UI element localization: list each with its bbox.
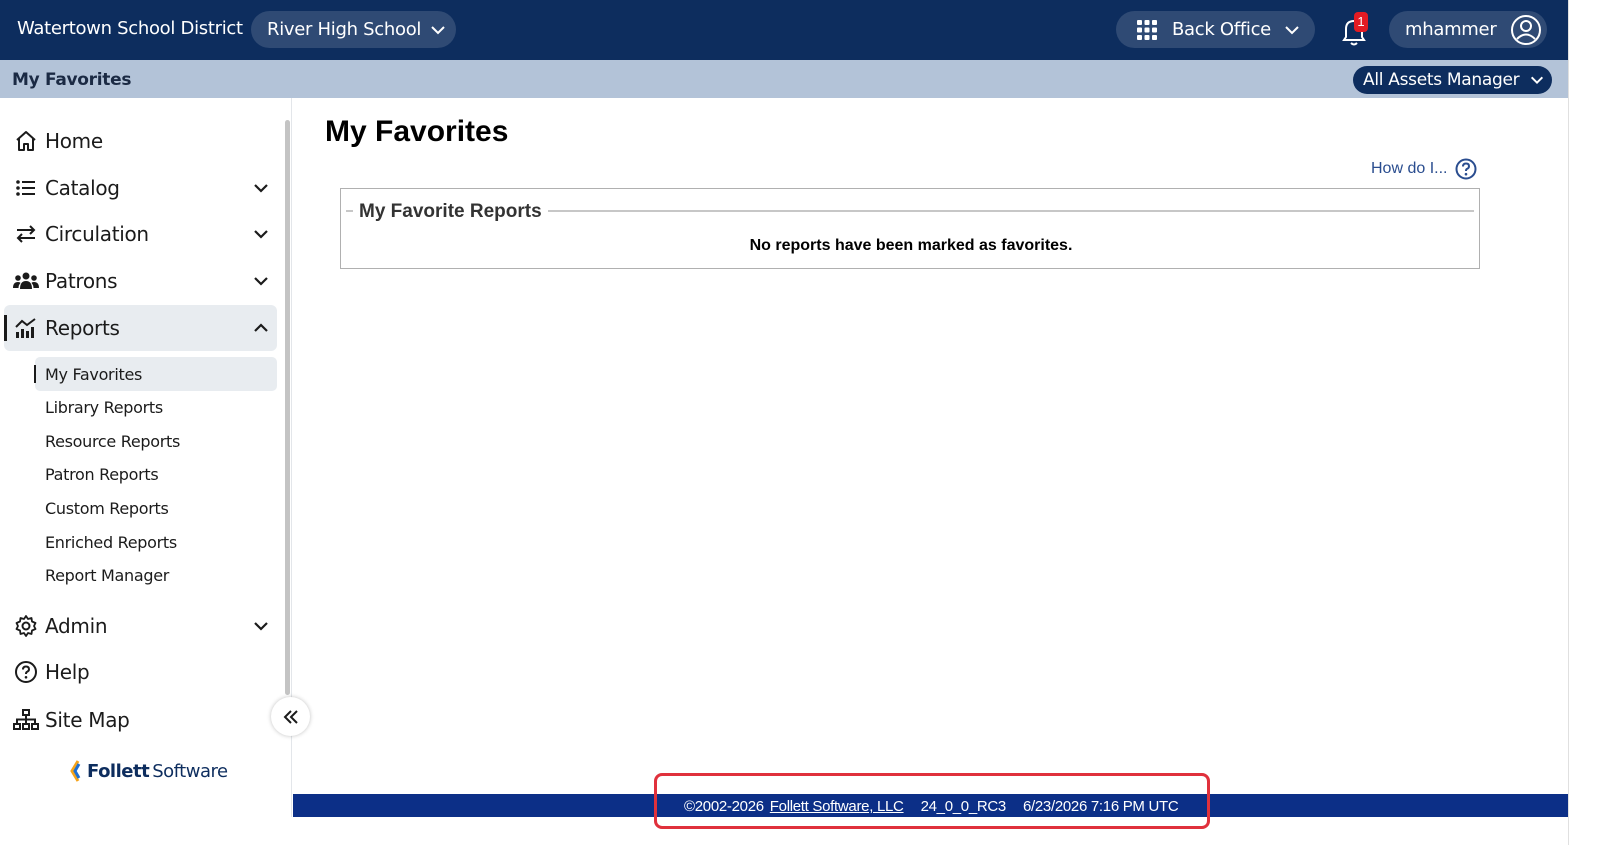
question-icon	[12, 658, 40, 686]
sitemap-icon	[12, 706, 40, 734]
school-selector-label: River High School	[267, 19, 422, 40]
how-do-i-label: How do I...	[1371, 160, 1448, 177]
app-switcher-label: Back Office	[1172, 19, 1271, 40]
top-navigation-bar: Watertown School District River High Sch…	[0, 0, 1568, 60]
sidebar-item-label: Home	[45, 129, 103, 153]
sidebar-item-label: Circulation	[45, 222, 149, 246]
sidebar-item-label: Patrons	[45, 269, 118, 293]
brand-name-bold: Follett	[87, 760, 150, 782]
sidebar-subitem-patron-reports[interactable]: Patron Reports	[35, 457, 277, 491]
section-title: My Favorite Reports	[353, 201, 548, 223]
chevron-down-icon	[254, 230, 268, 239]
sidebar-item-site-map[interactable]: Site Map	[4, 697, 277, 743]
chevron-up-icon	[254, 323, 268, 332]
sidebar-item-label: Catalog	[45, 176, 120, 200]
sidebar-subitem-enriched-reports[interactable]: Enriched Reports	[35, 525, 277, 559]
username-label: mhammer	[1405, 19, 1497, 40]
sidebar-item-admin[interactable]: Admin	[4, 603, 277, 649]
sidebar-item-label: Help	[45, 660, 90, 684]
sidebar-subitem-library-reports[interactable]: Library Reports	[35, 390, 277, 424]
highlight-annotation	[654, 773, 1210, 829]
user-avatar-icon	[1511, 14, 1542, 45]
chevron-down-icon	[254, 622, 268, 631]
home-icon	[12, 127, 40, 155]
sidebar-subitem-custom-reports[interactable]: Custom Reports	[35, 491, 277, 525]
sidebar-item-label: Admin	[45, 614, 108, 638]
empty-state-message: No reports have been marked as favorites…	[749, 237, 1073, 254]
page-title: My Favorites	[325, 115, 509, 148]
sidebar-subitem-resource-reports[interactable]: Resource Reports	[35, 424, 277, 458]
chevron-down-icon	[1285, 25, 1299, 34]
sidebar-item-label: Reports	[45, 316, 120, 340]
chart-icon	[12, 314, 40, 342]
sidebar-item-reports[interactable]: Reports	[4, 305, 277, 351]
help-question-icon	[1455, 158, 1477, 180]
user-menu-button[interactable]: mhammer	[1389, 11, 1547, 48]
gear-icon	[12, 612, 40, 640]
district-name: Watertown School District	[17, 18, 243, 39]
sidebar-item-home[interactable]: Home	[4, 118, 277, 164]
chevron-down-icon	[431, 25, 445, 34]
sidebar-item-help[interactable]: Help	[4, 649, 277, 695]
follett-software-logo: Follett Software	[70, 760, 228, 782]
follett-logo-icon	[70, 760, 81, 782]
sidebar-scrollbar[interactable]	[285, 120, 290, 695]
how-do-i-link[interactable]: How do I...	[1371, 158, 1477, 180]
sub-header-bar: My Favorites	[0, 60, 1568, 98]
role-selector[interactable]: All Assets Manager	[1353, 66, 1552, 94]
sidebar-subitem-report-manager[interactable]: Report Manager	[35, 558, 277, 592]
sidebar-item-patrons[interactable]: Patrons	[4, 258, 277, 304]
arrows-exchange-icon	[12, 220, 40, 248]
brand-name-rest: Software	[152, 760, 228, 782]
main-content: My Favorites How do I... My Favorite Rep…	[293, 98, 1568, 794]
chevron-down-icon	[254, 184, 268, 193]
list-icon	[12, 174, 40, 202]
app-switcher-button[interactable]: Back Office	[1116, 11, 1315, 48]
sidebar-item-catalog[interactable]: Catalog	[4, 165, 277, 211]
window-edge	[1568, 0, 1597, 845]
apps-grid-icon	[1137, 19, 1157, 40]
role-selector-label: All Assets Manager	[1363, 70, 1520, 90]
chevron-down-icon	[1531, 76, 1544, 85]
chevron-down-icon	[254, 277, 268, 286]
sidebar-item-circulation[interactable]: Circulation	[4, 211, 277, 257]
favorite-reports-section: My Favorite Reports No reports have been…	[340, 188, 1480, 269]
school-selector[interactable]: River High School	[251, 11, 456, 48]
sidebar-subitem-my-favorites[interactable]: My Favorites	[34, 357, 277, 391]
notification-badge: 1	[1354, 12, 1368, 32]
subheader-title: My Favorites	[12, 70, 132, 90]
sidebar-item-label: Site Map	[45, 708, 130, 732]
people-icon	[12, 267, 40, 295]
